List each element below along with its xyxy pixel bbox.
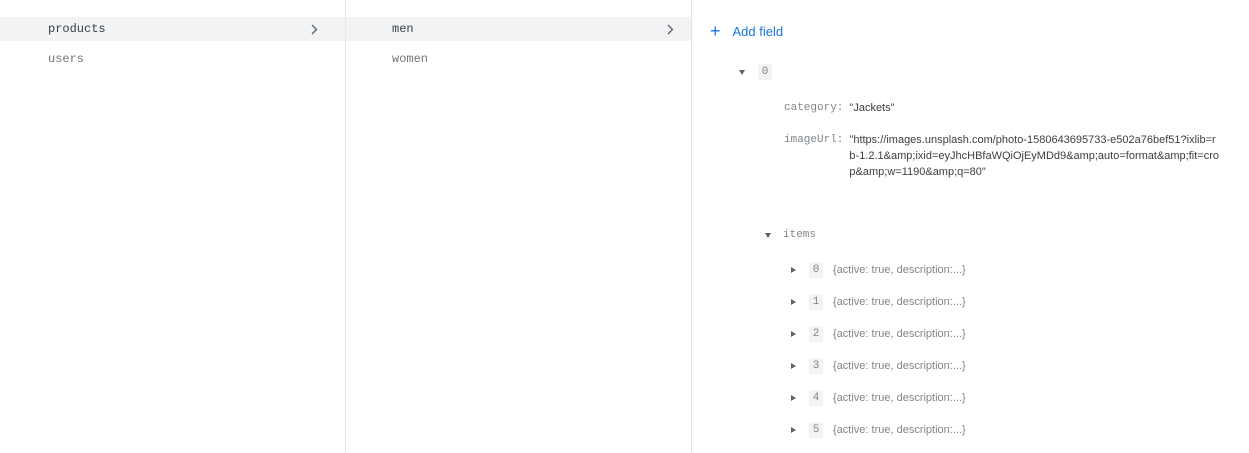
collapse-toggle-icon[interactable]	[739, 69, 745, 75]
array-item-row[interactable]: 5 {active: true, description:...}	[791, 422, 966, 438]
field-value: "https://images.unsplash.com/photo-15806…	[849, 134, 1219, 178]
field-imageurl[interactable]: imageUrl: "https://images.unsplash.com/p…	[784, 132, 1219, 180]
array-item-row[interactable]: 2 {active: true, description:...}	[791, 326, 966, 342]
collections-panel: products users	[0, 0, 346, 453]
document-item-men[interactable]: men	[346, 17, 691, 41]
expand-toggle-icon[interactable]	[791, 395, 796, 401]
array-index-badge: 0	[758, 64, 772, 80]
collection-label: users	[48, 52, 85, 66]
expand-toggle-icon[interactable]	[791, 331, 796, 337]
array-index-badge: 4	[809, 390, 823, 406]
document-label: women	[392, 52, 429, 66]
field-key: category:	[784, 102, 844, 114]
chevron-right-icon	[665, 22, 675, 36]
array-index-badge: 5	[809, 422, 823, 438]
array-index-badge: 2	[809, 326, 823, 342]
add-field-label: Add field	[732, 23, 784, 39]
array-index-badge: 3	[809, 358, 823, 374]
expand-toggle-icon[interactable]	[791, 299, 796, 305]
field-value: "Jackets"	[849, 102, 895, 114]
expand-toggle-icon[interactable]	[791, 427, 796, 433]
array-item-row[interactable]: 3 {active: true, description:...}	[791, 358, 966, 374]
field-category[interactable]: category: "Jackets"	[784, 100, 1219, 116]
document-item-women[interactable]: women	[346, 47, 691, 71]
collection-item-products[interactable]: products	[0, 17, 345, 41]
collapse-toggle-icon[interactable]	[765, 232, 771, 238]
field-key: items	[783, 229, 817, 241]
map-summary: {active: true, description:...}	[833, 264, 966, 276]
map-summary: {active: true, description:...}	[833, 296, 966, 308]
map-summary: {active: true, description:...}	[833, 392, 966, 404]
plus-icon: +	[710, 21, 721, 41]
map-summary: {active: true, description:...}	[833, 424, 966, 436]
field-key: imageUrl:	[784, 134, 844, 146]
array-item-row[interactable]: 4 {active: true, description:...}	[791, 390, 966, 406]
array-item-row[interactable]: 1 {active: true, description:...}	[791, 294, 966, 310]
chevron-right-icon	[309, 22, 319, 36]
documents-panel: men women	[346, 0, 692, 453]
add-field-button[interactable]: + Add field	[710, 22, 783, 40]
field-items[interactable]: items	[765, 229, 816, 241]
fields-panel: + Add field 0 category: "Jackets" imageU…	[692, 0, 1249, 453]
array-index-badge: 1	[809, 294, 823, 310]
expand-toggle-icon[interactable]	[791, 267, 796, 273]
collection-label: products	[48, 22, 106, 36]
document-label: men	[392, 22, 414, 36]
expand-toggle-icon[interactable]	[791, 363, 796, 369]
firestore-data-viewer: products users men women + Add field 0 c…	[0, 0, 1249, 453]
map-summary: {active: true, description:...}	[833, 328, 966, 340]
map-summary: {active: true, description:...}	[833, 360, 966, 372]
array-index-badge: 0	[809, 262, 823, 278]
array-element-0: 0	[739, 64, 772, 80]
collection-item-users[interactable]: users	[0, 47, 345, 71]
array-item-row[interactable]: 0 {active: true, description:...}	[791, 262, 966, 278]
